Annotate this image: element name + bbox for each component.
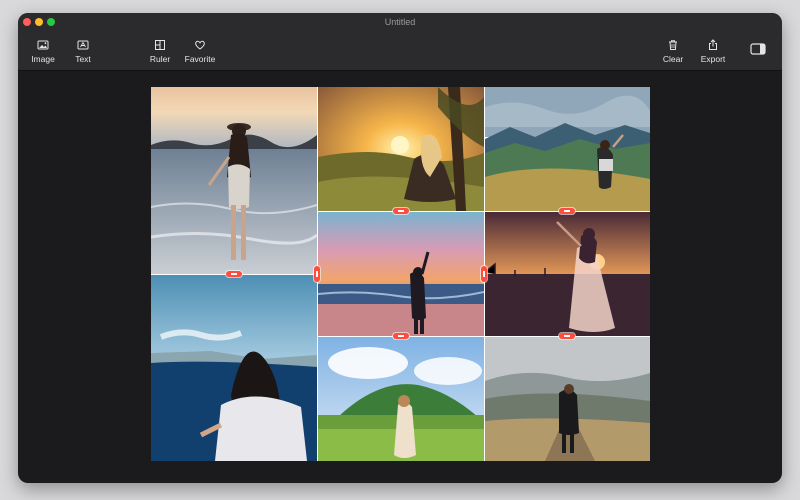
ruler-button-label: Ruler	[149, 54, 171, 64]
share-icon	[709, 39, 717, 50]
clear-button-label: Clear	[662, 54, 684, 64]
photo-sunset-meadow[interactable]	[318, 87, 484, 211]
export-button-label: Export	[700, 54, 726, 64]
sidebar-toggle-icon[interactable]	[750, 43, 766, 55]
image-button[interactable]: Image	[23, 39, 63, 65]
resize-handle[interactable]	[393, 208, 409, 214]
photo-mountain-valley[interactable]	[485, 87, 650, 211]
text-button-label: Text	[75, 54, 91, 64]
collage-canvas[interactable]	[151, 87, 650, 461]
title-bar: Untitled Image Text Ruler Favorite Clear…	[18, 13, 782, 71]
resize-handle[interactable]	[226, 271, 242, 277]
app-window: Untitled Image Text Ruler Favorite Clear…	[18, 13, 782, 483]
window-title: Untitled	[384, 17, 416, 27]
resize-handle[interactable]	[481, 266, 487, 282]
heart-icon	[195, 40, 205, 50]
resize-handle[interactable]	[559, 208, 575, 214]
photo-green-hill-field[interactable]	[318, 337, 484, 461]
image-icon	[37, 40, 49, 50]
resize-handle[interactable]	[314, 266, 320, 282]
photo-beach-sunset-hat[interactable]	[151, 87, 317, 274]
clear-button[interactable]: Clear	[653, 39, 693, 65]
image-button-label: Image	[31, 54, 55, 64]
photo-golden-field-dress[interactable]	[485, 212, 650, 336]
photo-pink-sunset-sea[interactable]	[318, 212, 484, 336]
trash-icon	[669, 40, 677, 50]
favorite-button-label: Favorite	[184, 54, 216, 64]
resize-handle[interactable]	[559, 333, 575, 339]
favorite-button[interactable]: Favorite	[180, 39, 220, 65]
photo-cliff-sea-view[interactable]	[151, 275, 317, 461]
text-button[interactable]: Text	[63, 39, 103, 65]
text-box-icon	[77, 40, 89, 50]
ruler-icon	[155, 40, 165, 50]
export-button[interactable]: Export	[693, 39, 733, 65]
resize-handle[interactable]	[393, 333, 409, 339]
ruler-button[interactable]: Ruler	[140, 39, 180, 65]
photo-misty-path[interactable]	[485, 337, 650, 461]
